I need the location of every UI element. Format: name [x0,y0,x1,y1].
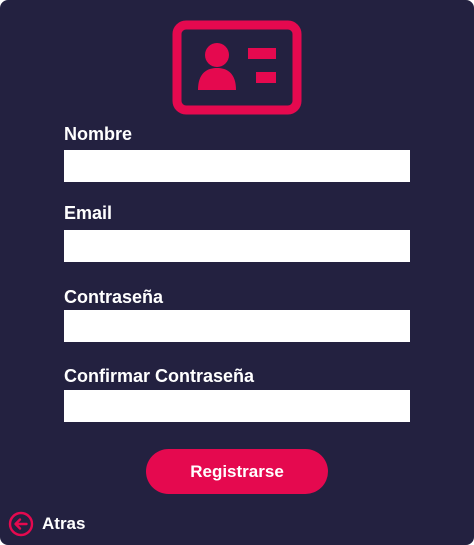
email-label: Email [64,203,113,223]
password-input[interactable] [64,310,410,342]
arrow-left-circle-icon [8,511,34,537]
back-label: Atras [42,514,86,533]
password-label: Contraseña [64,287,164,307]
register-card: Nombre Email Contraseña Confirmar Contra… [0,0,474,545]
register-button[interactable]: Registrarse [146,449,328,494]
name-label: Nombre [64,124,133,144]
back-link[interactable]: Atras [8,511,85,537]
email-input[interactable] [64,230,410,262]
id-card-icon [172,20,302,115]
name-input[interactable] [64,150,410,182]
confirm-password-label: Confirmar Contraseña [64,366,255,386]
confirm-password-input[interactable] [64,390,410,422]
